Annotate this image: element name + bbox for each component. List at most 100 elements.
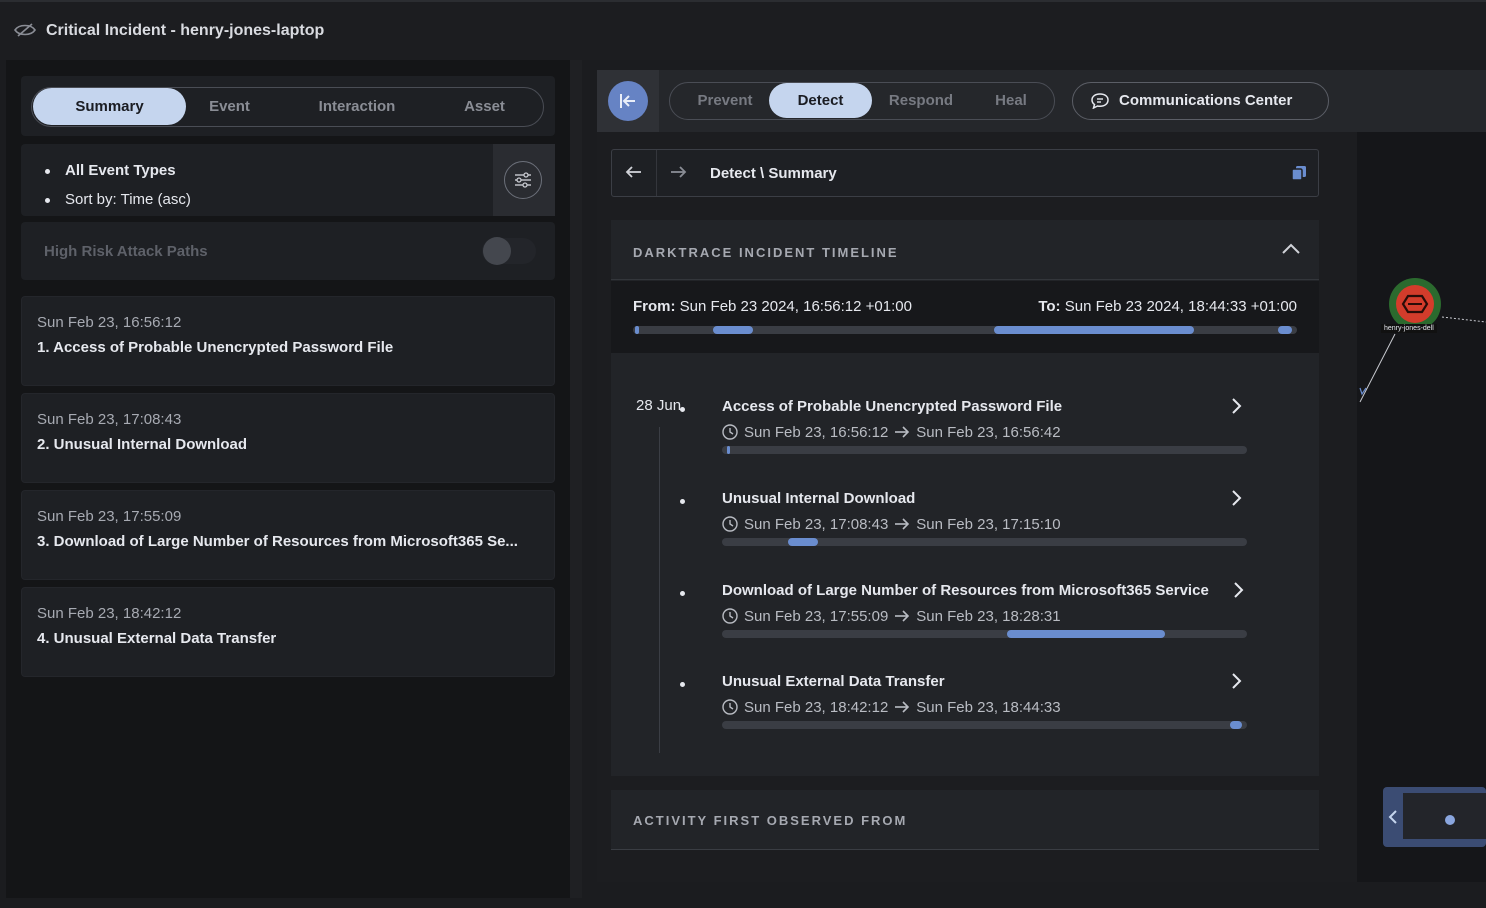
filter-summary: All Event Types Sort by: Time (asc) <box>21 144 555 216</box>
range-to: To: Sun Feb 23 2024, 18:44:33 +01:00 <box>1038 298 1297 315</box>
stage-header: Prevent Detect Respond Heal Communicatio… <box>597 70 1486 132</box>
item-progress-track <box>722 721 1247 729</box>
overall-segment <box>635 326 639 334</box>
item-progress-fill <box>788 538 818 546</box>
tab-interaction[interactable]: Interaction <box>302 88 412 125</box>
event-name: 4. Unusual External Data Transfer <box>37 630 277 647</box>
copy-icon[interactable] <box>1290 164 1308 182</box>
item-progress-track <box>722 446 1247 454</box>
range-from: From: Sun Feb 23 2024, 16:56:12 +01:00 <box>633 298 912 315</box>
communications-label: Communications Center <box>1119 92 1293 109</box>
tab-summary[interactable]: Summary <box>33 88 186 125</box>
event-card-3[interactable]: Sun Feb 23, 17:55:09 3. Download of Larg… <box>21 490 555 580</box>
event-time: Sun Feb 23, 17:55:09 <box>37 508 182 525</box>
overall-segment <box>994 326 1194 334</box>
clock-icon <box>722 699 738 715</box>
event-name: 2. Unusual Internal Download <box>37 436 248 453</box>
chevron-right-icon[interactable] <box>1229 672 1243 690</box>
event-name: 3. Download of Large Number of Resources… <box>37 533 518 550</box>
timeline-item-name: Download of Large Number of Resources fr… <box>722 582 1209 599</box>
tab-asset[interactable]: Asset <box>447 88 522 125</box>
collapse-panel-button[interactable] <box>608 81 648 121</box>
event-time: Sun Feb 23, 18:42:12 <box>37 605 182 622</box>
collapse-left-icon <box>620 94 635 108</box>
item-progress-fill <box>727 446 730 454</box>
clock-icon <box>722 516 738 532</box>
arrow-right-icon <box>895 610 910 622</box>
chevron-right-icon[interactable] <box>1231 581 1245 599</box>
timeline-item-times: Sun Feb 23, 17:55:09 Sun Feb 23, 18:28:31 <box>722 607 1061 625</box>
activity-first-observed-panel[interactable]: ACTIVITY FIRST OBSERVED FROM <box>611 790 1319 850</box>
timeline-item-name: Access of Probable Unencrypted Password … <box>722 398 1063 415</box>
toggle-knob <box>483 237 511 265</box>
breadcrumb-separator <box>656 150 657 196</box>
incident-title: Critical Incident - henry-jones-laptop <box>46 22 325 39</box>
minimap-viewport <box>1403 793 1486 839</box>
timeline-item-name: Unusual Internal Download <box>722 490 916 507</box>
high-risk-attack-paths: High Risk Attack Paths <box>21 222 555 280</box>
filter-button-area <box>493 144 555 216</box>
view-tabs-container: Summary Event Interaction Asset <box>21 76 555 136</box>
filter-sort: Sort by: Time (asc) <box>45 185 191 214</box>
stage-detect[interactable]: Detect <box>769 83 872 118</box>
forward-arrow-icon[interactable] <box>669 165 687 179</box>
eye-icon[interactable] <box>14 22 36 38</box>
stage-tabs: Prevent Detect Respond Heal <box>669 82 1055 120</box>
incident-timeline-panel: DARKTRACE INCIDENT TIMELINE From: Sun Fe… <box>611 220 1319 776</box>
back-arrow-icon[interactable] <box>625 165 643 179</box>
event-card-1[interactable]: Sun Feb 23, 16:56:12 1. Access of Probab… <box>21 296 555 386</box>
filter-event-types: All Event Types <box>45 156 191 185</box>
panel-resize-handle[interactable] <box>570 60 582 898</box>
chevron-right-icon[interactable] <box>1229 397 1243 415</box>
chevron-right-icon[interactable] <box>1229 489 1243 507</box>
communications-center-button[interactable]: Communications Center <box>1072 82 1329 120</box>
title-bar: Critical Incident - henry-jones-laptop <box>0 0 1486 60</box>
bullet <box>680 407 685 412</box>
overall-segment <box>1278 326 1292 334</box>
timeline-item-times: Sun Feb 23, 18:42:12 Sun Feb 23, 18:44:33 <box>722 698 1061 716</box>
minimap-dot <box>1445 815 1455 825</box>
chevron-up-icon[interactable] <box>1281 243 1301 255</box>
sliders-icon <box>514 171 531 188</box>
event-time: Sun Feb 23, 16:56:12 <box>37 314 182 331</box>
bullet <box>680 591 685 596</box>
chat-icon <box>1091 93 1109 109</box>
breadcrumb-bar: Detect \ Summary <box>611 149 1319 197</box>
graph-edges <box>1359 316 1486 403</box>
arrow-right-icon <box>895 701 910 713</box>
right-panel: Prevent Detect Respond Heal Communicatio… <box>597 70 1486 882</box>
item-progress-fill <box>1230 721 1242 729</box>
event-card-2[interactable]: Sun Feb 23, 17:08:43 2. Unusual Internal… <box>21 393 555 483</box>
timeline-line <box>659 427 660 753</box>
stage-heal[interactable]: Heal <box>976 83 1046 118</box>
high-risk-toggle[interactable] <box>482 237 536 265</box>
event-time: Sun Feb 23, 17:08:43 <box>37 411 182 428</box>
event-name: 1. Access of Probable Unencrypted Passwo… <box>37 339 394 356</box>
view-tabs: Summary Event Interaction Asset <box>31 87 544 127</box>
bullet <box>680 499 685 504</box>
network-graph[interactable]: henry-jones-dell <box>1357 132 1486 882</box>
activity-first-observed-title: ACTIVITY FIRST OBSERVED FROM <box>633 813 908 828</box>
minimap[interactable] <box>1383 787 1486 847</box>
stage-respond[interactable]: Respond <box>875 83 967 118</box>
arrow-right-icon <box>895 426 910 438</box>
clock-icon <box>722 424 738 440</box>
event-card-4[interactable]: Sun Feb 23, 18:42:12 4. Unusual External… <box>21 587 555 677</box>
clock-icon <box>722 608 738 624</box>
item-progress-track <box>722 538 1247 546</box>
bullet <box>680 682 685 687</box>
timeline-date: 28 Jun <box>636 397 682 414</box>
collapse-cell <box>597 70 659 132</box>
chevron-left-icon[interactable] <box>1387 809 1399 825</box>
tab-event[interactable]: Event <box>192 88 267 125</box>
timeline-item-times: Sun Feb 23, 17:08:43 Sun Feb 23, 17:15:10 <box>722 515 1061 533</box>
stage-prevent[interactable]: Prevent <box>680 83 770 118</box>
timeline-header[interactable]: DARKTRACE INCIDENT TIMELINE <box>611 220 1319 280</box>
breadcrumb: Detect \ Summary <box>710 165 837 182</box>
left-panel: Summary Event Interaction Asset All Even… <box>6 60 570 898</box>
filter-settings-button[interactable] <box>504 161 542 199</box>
item-progress-fill <box>1007 630 1165 638</box>
timeline-item-name: Unusual External Data Transfer <box>722 673 945 690</box>
high-risk-label: High Risk Attack Paths <box>44 243 208 260</box>
timeline-item-times: Sun Feb 23, 16:56:12 Sun Feb 23, 16:56:42 <box>722 423 1061 441</box>
